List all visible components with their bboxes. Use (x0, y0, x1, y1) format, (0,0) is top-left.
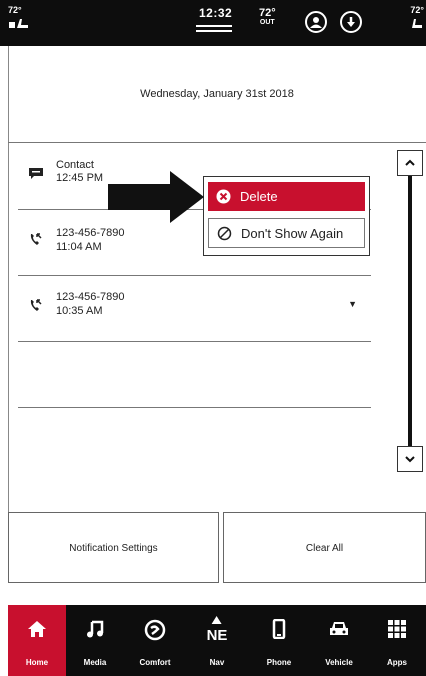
notification-context-menu: Delete Don't Show Again (203, 176, 370, 256)
status-bar: 72° 12:32 72° OUT 72° (0, 0, 426, 46)
scrollbar[interactable] (408, 176, 412, 446)
expand-icon[interactable]: ▼ (348, 299, 357, 309)
phone-incoming-icon (30, 299, 42, 311)
compass-heading: NE (206, 627, 228, 644)
climate-icon (144, 619, 166, 641)
left-seat-temp[interactable]: 72° (8, 5, 30, 36)
nav-label: Apps (387, 658, 407, 667)
date-text: Wednesday, January 31st 2018 (140, 88, 294, 100)
notification-time: 11:04 AM (56, 241, 102, 253)
date-header: Wednesday, January 31st 2018 (8, 46, 426, 143)
scroll-down-button[interactable] (397, 446, 423, 472)
phone-incoming-icon (30, 233, 42, 245)
delete-button[interactable]: Delete (208, 182, 365, 211)
nav-media[interactable]: Media (66, 605, 124, 676)
nav-label: Nav (209, 658, 225, 667)
notification-title: 123-456-7890 (56, 291, 125, 303)
nav-vehicle[interactable]: Vehicle (310, 605, 368, 676)
notification-settings-label: Notification Settings (69, 543, 158, 554)
music-note-icon (87, 620, 104, 638)
nav-label: Comfort (139, 658, 171, 667)
left-temp-value: 72° (8, 5, 22, 15)
nav-apps[interactable]: Apps (368, 605, 426, 676)
outside-temp-label: OUT (259, 19, 275, 26)
compass-icon: NE (206, 611, 228, 644)
notification-time: 12:45 PM (56, 172, 104, 184)
notification-settings-button[interactable]: Notification Settings (8, 512, 219, 583)
notification-time: 10:35 AM (56, 305, 103, 317)
heated-seat-icon (412, 19, 422, 28)
nav-label: Vehicle (325, 658, 353, 667)
profile-button[interactable] (305, 11, 327, 33)
apps-grid-icon (388, 620, 406, 638)
notification-title: 123-456-7890 (56, 227, 125, 239)
nav-label: Home (25, 658, 49, 667)
nav-nav[interactable]: NE Nav (188, 605, 246, 676)
outside-temp-value: 72° (259, 7, 276, 19)
heated-seat-icon (9, 19, 28, 28)
nav-label: Phone (266, 658, 292, 667)
right-seat-temp[interactable]: 72° (410, 5, 424, 36)
close-circle-icon (216, 189, 231, 204)
dont-show-again-label: Don't Show Again (241, 226, 344, 241)
phone-icon (272, 619, 286, 639)
empty-list-row (18, 341, 371, 408)
user-icon (310, 17, 322, 28)
notifications-button[interactable] (340, 11, 362, 33)
chevron-up-icon (405, 159, 415, 166)
dont-show-again-button[interactable]: Don't Show Again (208, 218, 365, 248)
nav-home[interactable]: Home (8, 605, 66, 676)
arrow-down-icon (347, 17, 355, 27)
bottom-nav-bar: Home Media Comfort NE Nav Phone Vehicle … (8, 605, 426, 676)
block-icon (217, 226, 232, 241)
clear-all-label: Clear All (305, 543, 344, 554)
chevron-down-icon (405, 456, 415, 463)
message-icon (29, 168, 43, 179)
outside-temp: 72° OUT (259, 8, 276, 27)
home-icon (28, 621, 46, 637)
scroll-up-button[interactable] (397, 150, 423, 176)
nav-comfort[interactable]: Comfort (126, 605, 184, 676)
notification-item[interactable]: 123-456-7890 10:35 AM ▼ (18, 275, 371, 342)
car-icon (330, 622, 348, 635)
delete-label: Delete (240, 189, 278, 204)
clock-underline (196, 25, 232, 35)
nav-phone[interactable]: Phone (250, 605, 308, 676)
clear-all-button[interactable]: Clear All (223, 512, 426, 583)
empty-list-row (18, 407, 371, 473)
right-temp-value: 72° (410, 5, 424, 15)
notification-title: Contact (56, 159, 94, 171)
pointer-arrow-icon (108, 171, 204, 223)
clock: 12:32 (199, 6, 233, 20)
nav-label: Media (83, 658, 107, 667)
